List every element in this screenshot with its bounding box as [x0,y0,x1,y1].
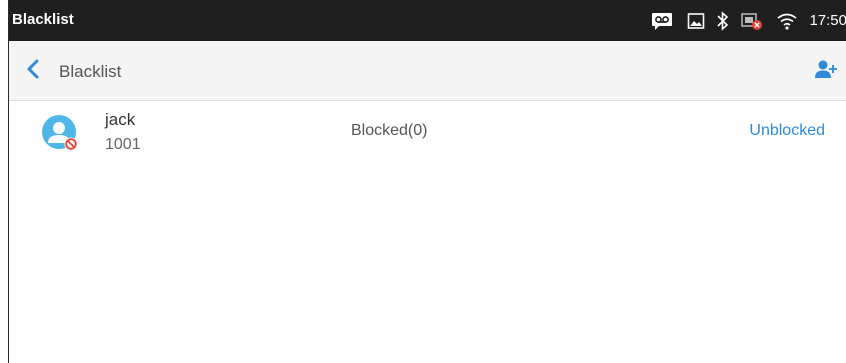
add-contact-button[interactable] [813,59,839,83]
contact-number: 1001 [105,136,141,153]
add-contact-icon [814,59,838,84]
blocked-contact-avatar-icon [41,114,79,152]
blocked-count: Blocked(0) [351,122,428,139]
toolbar: Blacklist [9,41,846,101]
chevron-left-icon [26,59,40,84]
back-button[interactable] [21,59,45,83]
bluetooth-icon [717,0,729,41]
wifi-icon [777,0,797,41]
status-icons: 17:50 [651,0,846,41]
unblock-button[interactable]: Unblocked [749,122,825,140]
list-item[interactable]: jack 1001 Blocked(0) Unblocked [9,102,846,164]
status-time: 17:50 [809,12,846,29]
status-bar: Blacklist 17:50 [9,0,846,41]
contact-name: jack [105,110,136,129]
blacklist-list: jack 1001 Blocked(0) Unblocked [9,102,846,164]
app-window: Blacklist 17:50 Blacklist jack 1001 Bloc… [8,0,846,363]
image-icon [687,0,705,41]
status-bar-title: Blacklist [12,11,74,28]
page-title: Blacklist [59,62,122,81]
voicemail-icon [651,0,673,41]
network-error-icon [741,0,763,41]
